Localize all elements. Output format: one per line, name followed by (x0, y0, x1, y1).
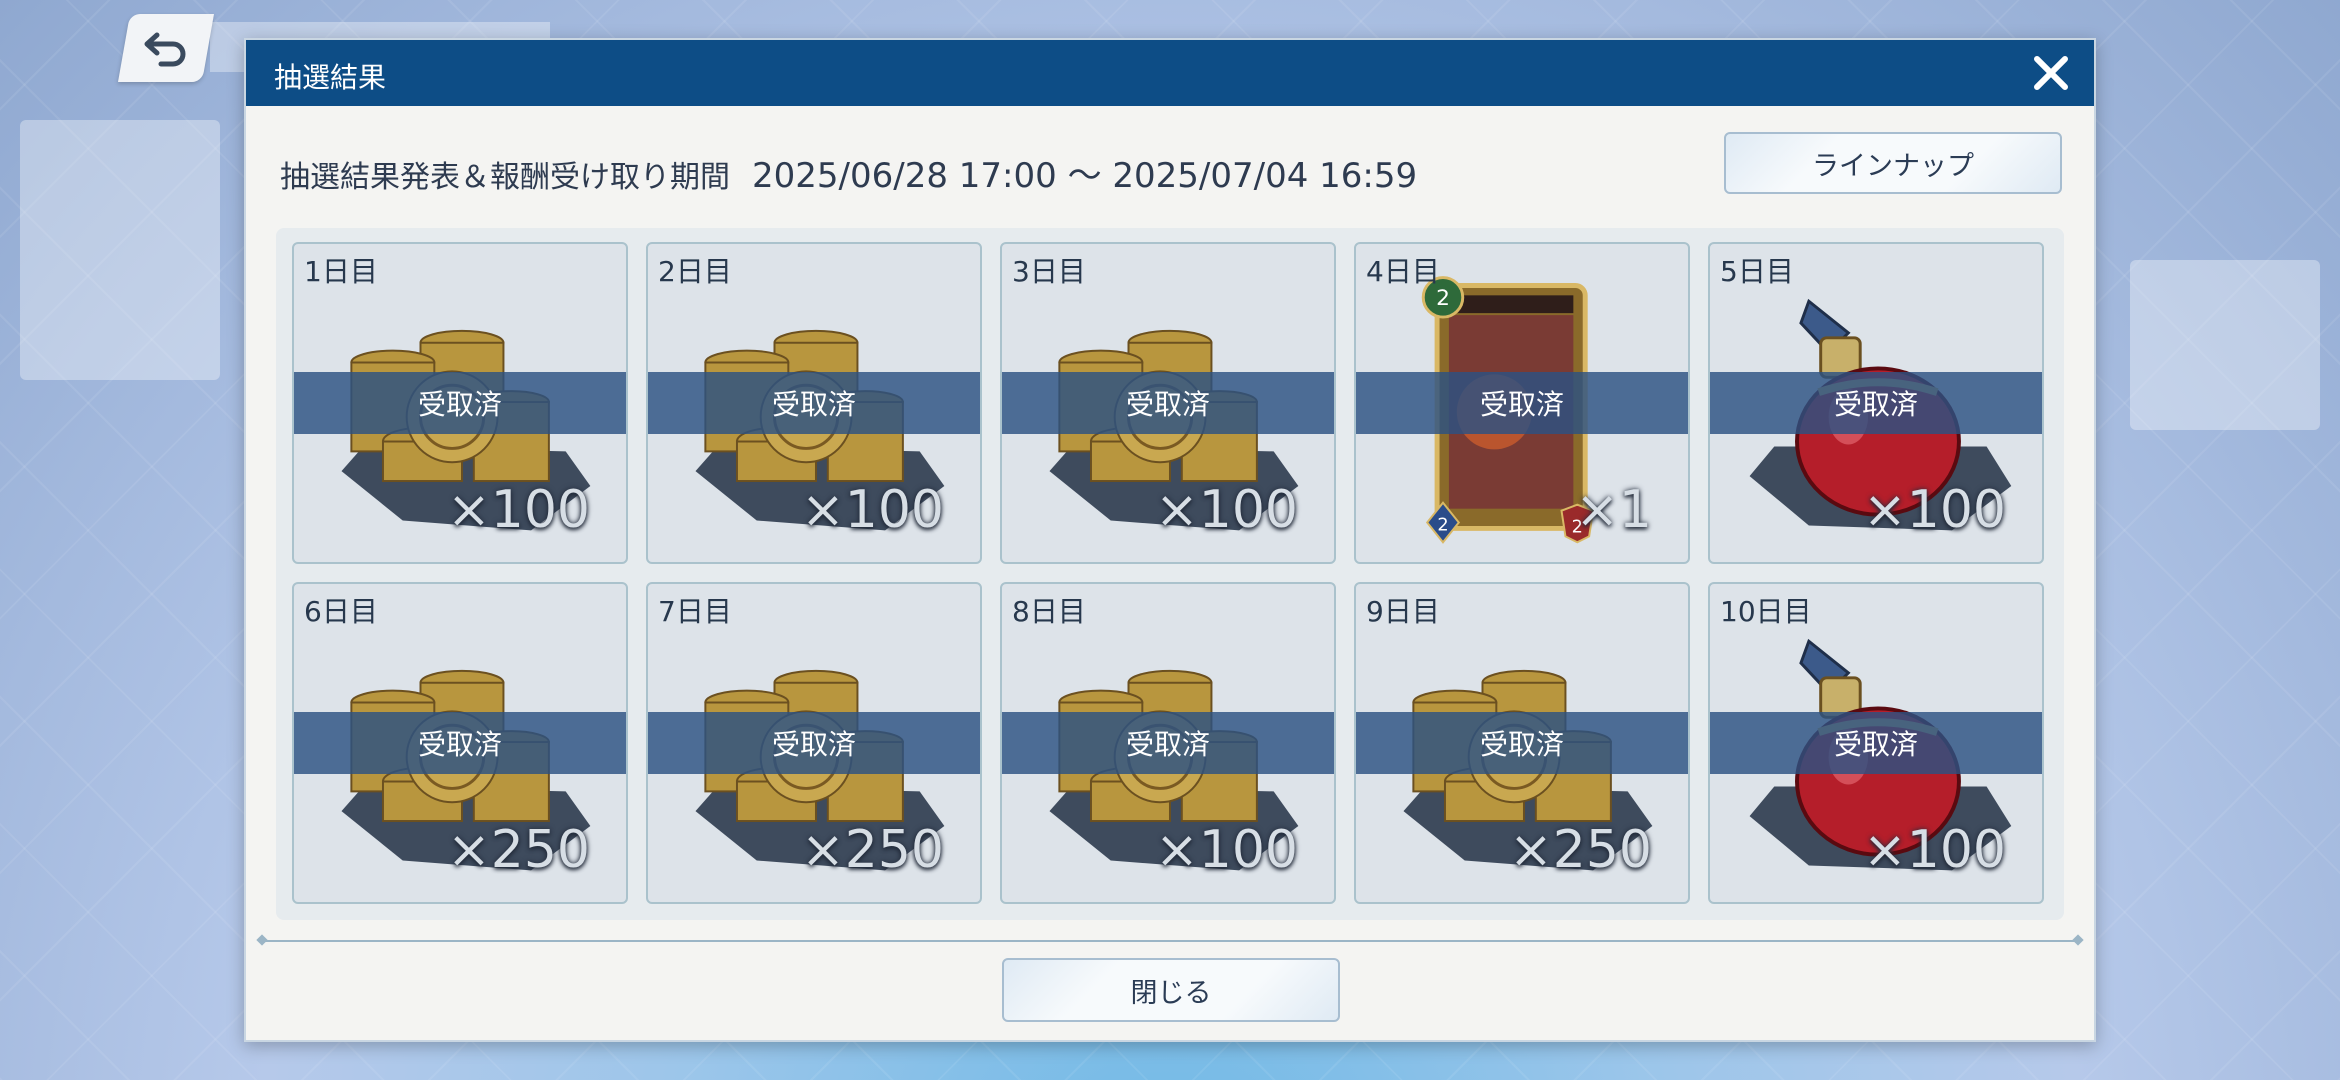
received-label: 受取済 (771, 728, 856, 761)
received-band: 受取済 (1710, 372, 2042, 434)
received-band: 受取済 (648, 372, 980, 434)
received-band: 受取済 (1356, 712, 1688, 774)
received-band: 受取済 (648, 712, 980, 774)
reward-card-day-2[interactable]: 2日目受取済 ×100 (646, 242, 982, 564)
received-label: 受取済 (417, 728, 502, 761)
received-label: 受取済 (1479, 388, 1564, 421)
close-button[interactable]: 閉じる (1002, 958, 1340, 1022)
close-icon (2034, 56, 2068, 90)
reward-quantity: ×100 (1863, 820, 2006, 880)
svg-text:2: 2 (1437, 515, 1448, 535)
day-label: 9日目 (1366, 595, 1440, 628)
reward-quantity: ×1 (1575, 480, 1652, 540)
reward-quantity: ×100 (1155, 480, 1298, 540)
background-screen (2130, 260, 2320, 430)
reward-quantity: ×100 (801, 480, 944, 540)
close-button-label: 閉じる (1130, 977, 1212, 1009)
day-label: 8日目 (1012, 595, 1086, 628)
day-label: 3日目 (1012, 255, 1086, 288)
day-label: 1日目 (304, 255, 378, 288)
reward-card-day-6[interactable]: 6日目受取済 ×250 (292, 582, 628, 904)
back-button[interactable] (118, 14, 214, 82)
period-text: 抽選結果発表＆報酬受け取り期間 2025/06/28 17:00 ～ 2025/0… (280, 148, 1417, 197)
background-building (20, 120, 220, 380)
lineup-button-label: ラインナップ (1812, 150, 1974, 182)
reward-card-day-9[interactable]: 9日目受取済 ×250 (1354, 582, 1690, 904)
day-label: 6日目 (304, 595, 378, 628)
reward-card-day-7[interactable]: 7日目受取済 ×250 (646, 582, 982, 904)
reward-quantity: ×100 (1863, 480, 2006, 540)
reward-card-day-4[interactable]: 2 2 2 4日目 受取済 ×1 (1354, 242, 1690, 564)
reward-quantity: ×250 (801, 820, 944, 880)
reward-card-day-1[interactable]: 1日目受取済 ×100 (292, 242, 628, 564)
received-label: 受取済 (1833, 728, 1918, 761)
received-label: 受取済 (1125, 728, 1210, 761)
reward-quantity: ×100 (447, 480, 590, 540)
received-band: 受取済 (1002, 712, 1334, 774)
period-label: 抽選結果発表＆報酬受け取り期間 (280, 160, 730, 195)
reward-card-day-5[interactable]: 5日目受取済 ×100 (1708, 242, 2044, 564)
received-label: 受取済 (1833, 388, 1918, 421)
period-range: 2025/06/28 17:00 ～ 2025/07/04 16:59 (752, 156, 1418, 196)
lineup-button[interactable]: ラインナップ (1724, 132, 2062, 194)
reward-grid: 1日目 受取済 ×100 2日目 受取済 ×100 3日目受取済 ×100 2 … (276, 228, 2064, 920)
day-label: 2日目 (658, 255, 732, 288)
day-label: 7日目 (658, 595, 732, 628)
received-band: 受取済 (294, 372, 626, 434)
reward-quantity: ×100 (1155, 820, 1298, 880)
reward-quantity: ×250 (447, 820, 590, 880)
received-label: 受取済 (417, 388, 502, 421)
received-band: 受取済 (1002, 372, 1334, 434)
reward-card-day-3[interactable]: 3日目受取済 ×100 (1000, 242, 1336, 564)
received-label: 受取済 (1125, 388, 1210, 421)
received-label: 受取済 (771, 388, 856, 421)
close-x-button[interactable] (2030, 52, 2072, 94)
lottery-result-dialog: 抽選結果 抽選結果発表＆報酬受け取り期間 2025/06/28 17:00 ～ 2… (244, 38, 2096, 1042)
day-label: 10日目 (1720, 595, 1812, 628)
day-label: 5日目 (1720, 255, 1794, 288)
reward-quantity: ×250 (1509, 820, 1652, 880)
reward-card-day-8[interactable]: 8日目受取済 ×100 (1000, 582, 1336, 904)
dialog-title: 抽選結果 (274, 61, 387, 94)
divider (260, 940, 2080, 942)
received-label: 受取済 (1479, 728, 1564, 761)
received-band: 受取済 (294, 712, 626, 774)
dialog-header: 抽選結果 (246, 40, 2094, 106)
day-label: 4日目 (1366, 255, 1440, 288)
received-band: 受取済 (1710, 712, 2042, 774)
reward-card-day-10[interactable]: 10日目受取済 ×100 (1708, 582, 2044, 904)
back-arrow-icon (144, 32, 186, 67)
received-band: 受取済 (1356, 372, 1688, 434)
